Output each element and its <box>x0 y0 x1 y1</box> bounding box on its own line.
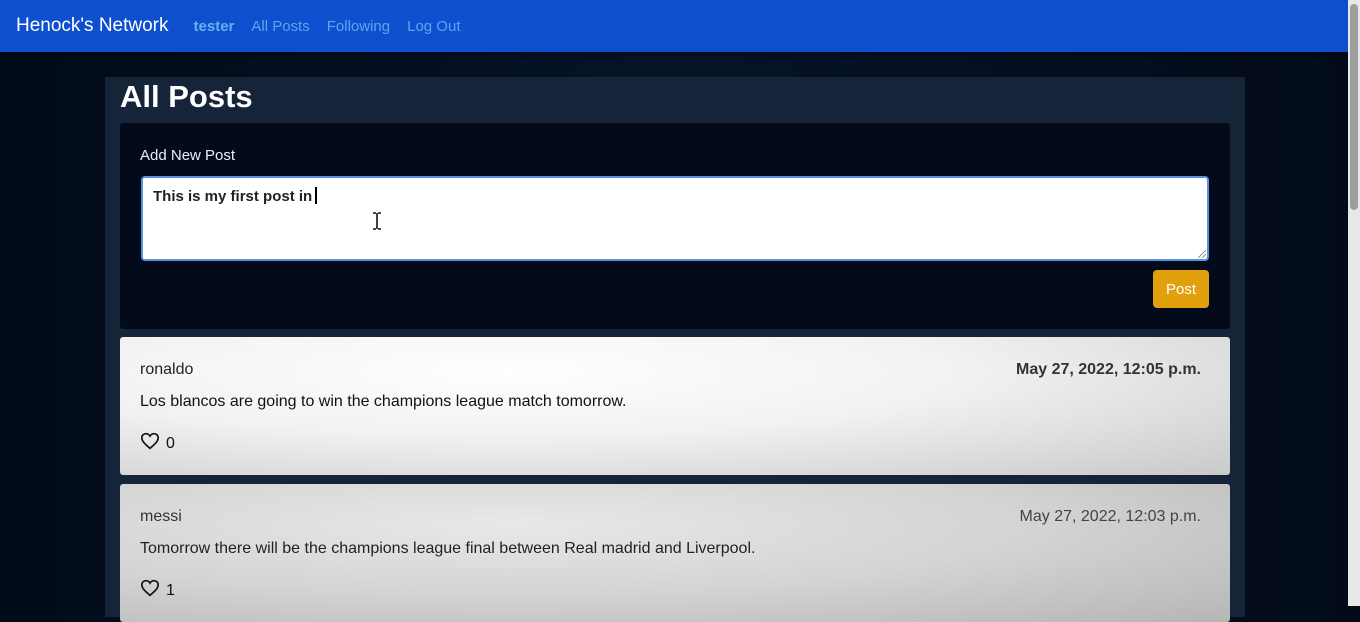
post-card: ronaldo May 27, 2022, 12:05 p.m. Los bla… <box>120 337 1230 475</box>
nav-user-profile-link[interactable]: tester <box>194 18 235 35</box>
new-post-form: Add New Post This is my first post in Po… <box>120 123 1230 329</box>
post-author-link[interactable]: ronaldo <box>140 361 193 379</box>
nav-logout-link[interactable]: Log Out <box>407 18 460 35</box>
page-scrollbar[interactable] <box>1348 0 1360 606</box>
new-post-label: Add New Post <box>140 147 236 164</box>
post-date: May 27, 2022, 12:05 p.m. <box>1016 361 1201 378</box>
nav-all-posts-link[interactable]: All Posts <box>251 18 309 35</box>
like-count: 0 <box>166 434 175 452</box>
post-body: Tomorrow there will be the champions lea… <box>140 540 756 557</box>
text-cursor-icon <box>373 212 381 230</box>
nav-following-link[interactable]: Following <box>327 18 390 35</box>
text-caret <box>315 187 317 204</box>
brand-link[interactable]: Henock's Network <box>16 15 169 37</box>
new-post-textarea[interactable]: This is my first post in <box>141 176 1209 261</box>
top-navbar: Henock's Network tester All Posts Follow… <box>0 0 1348 52</box>
like-row: 0 <box>140 432 175 455</box>
post-card: messi May 27, 2022, 12:03 p.m. Tomorrow … <box>120 484 1230 622</box>
like-row: 1 <box>140 579 175 602</box>
like-count: 1 <box>166 581 175 599</box>
post-body: Los blancos are going to win the champio… <box>140 393 627 410</box>
new-post-text: This is my first post in <box>153 188 313 205</box>
post-author-link[interactable]: messi <box>140 508 182 526</box>
post-date: May 27, 2022, 12:03 p.m. <box>1019 508 1201 525</box>
scrollbar-thumb[interactable] <box>1350 4 1358 210</box>
post-submit-button[interactable]: Post <box>1153 270 1209 308</box>
textarea-resize-handle[interactable] <box>1198 250 1206 258</box>
heart-icon[interactable] <box>140 432 160 455</box>
main-container: All Posts Add New Post This is my first … <box>105 77 1245 622</box>
heart-icon[interactable] <box>140 579 160 602</box>
page-title: All Posts <box>120 79 253 114</box>
